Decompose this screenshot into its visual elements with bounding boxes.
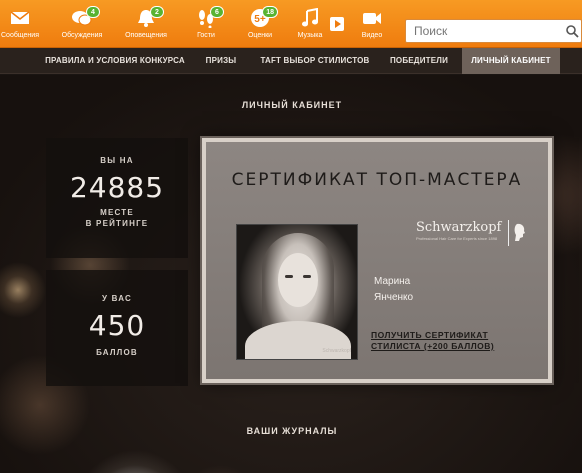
nav-music[interactable]: Музыка bbox=[286, 4, 334, 46]
brand-name: Schwarzkopf bbox=[416, 220, 502, 235]
stylist-photo: Schwarzkopf bbox=[236, 224, 358, 360]
notifications-badge: 2 bbox=[150, 6, 164, 18]
stylist-first-name: Марина bbox=[374, 276, 411, 287]
ratings-badge: 18 bbox=[262, 6, 278, 18]
rank-value: 24885 bbox=[69, 171, 165, 204]
page-title: ЛИЧНЫЙ КАБИНЕТ bbox=[241, 100, 343, 110]
rank-box: ВЫ НА 24885 МЕСТЕ В РЕЙТИНГЕ bbox=[46, 138, 188, 258]
nav-guests-label: Гости bbox=[197, 32, 215, 39]
nav-video[interactable]: Видео bbox=[348, 4, 396, 46]
video-camera-icon bbox=[363, 13, 381, 24]
nav-guests[interactable]: 6 Гости bbox=[182, 4, 230, 46]
top-navigation-bar: Сообщения 4 Обсуждения 2 Оповещения 6 Го… bbox=[0, 0, 582, 48]
nav-discussions[interactable]: 4 Обсуждения bbox=[58, 4, 106, 46]
rank-prefix: ВЫ НА bbox=[100, 156, 134, 165]
guests-badge: 6 bbox=[210, 6, 224, 18]
brand-tagline: Professional Hair Care for Experts since… bbox=[416, 236, 498, 241]
certificate-title: СЕРТИФИКАТ ТОП-МАСТЕРА bbox=[231, 170, 523, 190]
contest-menu-bar: ПРАВИЛА И УСЛОВИЯ КОНКУРСА ПРИЗЫ TAFT ВЫ… bbox=[0, 48, 582, 74]
nav-notifications-label: Оповещения bbox=[125, 32, 167, 39]
nav-ratings[interactable]: 5+ 18 Оценки bbox=[236, 4, 284, 46]
points-suffix: БАЛЛОВ bbox=[96, 348, 138, 357]
menu-rules[interactable]: ПРАВИЛА И УСЛОВИЯ КОНКУРСА bbox=[42, 48, 188, 74]
schwarzkopf-logo: Schwarzkopf Professional Hair Care for E… bbox=[416, 220, 528, 250]
certificate-card: СЕРТИФИКАТ ТОП-МАСТЕРА Schwarzkopf Schwa… bbox=[202, 138, 552, 383]
search-box bbox=[405, 19, 582, 43]
envelope-icon bbox=[10, 11, 30, 24]
nav-music-label: Музыка bbox=[297, 32, 323, 39]
nav-ratings-label: Оценки bbox=[247, 32, 273, 39]
menu-taft-choice[interactable]: TAFT ВЫБОР СТИЛИСТОВ bbox=[252, 48, 378, 74]
points-prefix: У ВАС bbox=[102, 294, 132, 303]
get-certificate-link[interactable]: ПОЛУЧИТЬ СЕРТИФИКАТ СТИЛИСТА (+200 БАЛЛО… bbox=[371, 330, 494, 352]
discussions-badge: 4 bbox=[86, 6, 100, 18]
stylist-last-name: Янченко bbox=[374, 292, 414, 303]
nav-notifications[interactable]: 2 Оповещения bbox=[122, 4, 170, 46]
menu-winners[interactable]: ПОБЕДИТЕЛИ bbox=[386, 48, 452, 74]
photo-watermark: Schwarzkopf bbox=[322, 348, 351, 354]
nav-messages-label: Сообщения bbox=[1, 32, 39, 39]
stylist-name: Марина Янченко bbox=[374, 274, 413, 306]
rank-suffix-1: МЕСТЕ bbox=[100, 208, 134, 217]
nav-messages[interactable]: Сообщения bbox=[0, 4, 44, 46]
menu-personal-account[interactable]: ЛИЧНЫЙ КАБИНЕТ bbox=[462, 48, 560, 74]
nav-discussions-label: Обсуждения bbox=[61, 32, 103, 39]
rank-suffix-2: В РЕЙТИНГЕ bbox=[85, 219, 149, 228]
music-play-button[interactable] bbox=[330, 17, 344, 31]
menu-prizes[interactable]: ПРИЗЫ bbox=[198, 48, 244, 74]
search-input[interactable] bbox=[406, 20, 556, 42]
search-icon[interactable] bbox=[565, 24, 579, 38]
nav-video-label: Видео bbox=[361, 32, 383, 39]
points-box: У ВАС 450 БАЛЛОВ bbox=[46, 270, 188, 386]
music-note-icon bbox=[302, 8, 318, 27]
points-value: 450 bbox=[88, 309, 146, 342]
journals-title: ВАШИ ЖУРНАЛЫ bbox=[246, 426, 338, 436]
brand-head-icon bbox=[514, 223, 525, 241]
